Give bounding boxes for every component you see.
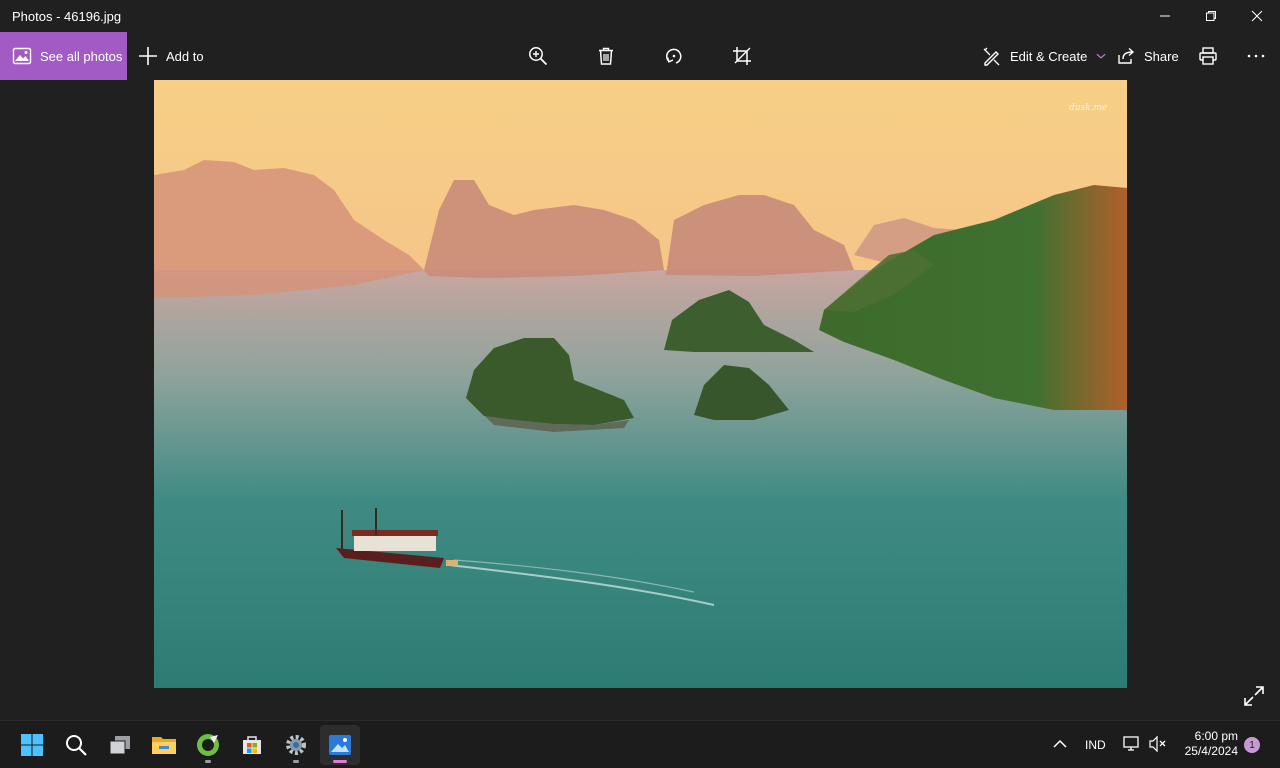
title-bar: Photos - 46196.jpg — [0, 0, 1280, 32]
crop-button[interactable] — [730, 32, 754, 80]
microsoft-store-button[interactable] — [232, 725, 272, 765]
task-view-icon — [109, 736, 130, 755]
windows-logo-icon — [21, 734, 43, 756]
image-watermark: dusk.me — [1069, 103, 1107, 113]
notification-badge[interactable]: 1 — [1244, 737, 1260, 753]
app-active-indicator — [333, 760, 347, 763]
share-icon — [1118, 47, 1135, 64]
coreldraw-icon — [197, 734, 219, 756]
gear-icon — [286, 735, 306, 755]
zoom-in-icon — [529, 47, 548, 66]
settings-button[interactable] — [276, 725, 316, 765]
minimize-icon — [1160, 15, 1170, 17]
edit-create-icon — [983, 47, 1000, 66]
system-clock[interactable]: 6:00 pm 25/4/2024 — [1176, 729, 1238, 759]
photos-gallery-icon — [12, 47, 32, 65]
store-icon — [243, 736, 261, 754]
see-all-photos-label: See all photos — [40, 48, 123, 64]
printer-icon — [1199, 47, 1217, 65]
app-running-indicator — [205, 760, 211, 763]
plus-icon — [139, 47, 157, 65]
taskbar-search-button[interactable] — [56, 725, 96, 765]
rotate-button[interactable] — [662, 32, 686, 80]
edit-create-label: Edit & Create — [1010, 48, 1088, 64]
photo-image[interactable]: dusk.me — [154, 80, 1127, 688]
volume-muted-icon[interactable] — [1149, 736, 1167, 752]
minimize-button[interactable] — [1142, 0, 1188, 32]
more-options-button[interactable] — [1246, 32, 1266, 80]
file-explorer-button[interactable] — [144, 725, 184, 765]
close-icon — [1251, 10, 1263, 22]
folder-icon — [152, 737, 176, 754]
add-to-label: Add to — [166, 48, 204, 64]
close-button[interactable] — [1234, 0, 1280, 32]
app-running-indicator — [293, 760, 299, 763]
search-icon — [66, 735, 87, 756]
restore-icon — [1206, 11, 1216, 21]
edit-create-button[interactable]: Edit & Create — [982, 32, 1107, 80]
task-view-button[interactable] — [100, 725, 140, 765]
fullscreen-icon[interactable] — [1242, 684, 1266, 708]
print-button[interactable] — [1198, 32, 1218, 80]
photos-app-icon — [329, 735, 351, 755]
input-language-indicator[interactable]: IND — [1085, 738, 1106, 752]
trash-icon — [599, 47, 613, 65]
share-label: Share — [1144, 48, 1179, 64]
rotate-icon — [666, 48, 682, 64]
start-button[interactable] — [12, 725, 52, 765]
coreldraw-button[interactable] — [188, 725, 228, 765]
photo-viewer: dusk.me — [0, 80, 1280, 718]
clock-time: 6:00 pm — [1194, 729, 1238, 743]
crop-icon — [733, 47, 751, 65]
network-icon[interactable] — [1123, 736, 1141, 752]
share-button[interactable]: Share — [1116, 32, 1179, 80]
window-title: Photos - 46196.jpg — [12, 9, 122, 24]
chevron-up-icon[interactable] — [1053, 738, 1067, 750]
zoom-button[interactable] — [526, 32, 550, 80]
photos-app-button[interactable] — [320, 725, 360, 765]
see-all-photos-button[interactable]: See all photos — [0, 32, 127, 80]
taskbar: IND 6:00 pm 25/4/2024 1 — [0, 720, 1280, 768]
toolbar: See all photos Add to Edit & Create Shar… — [0, 32, 1280, 80]
restore-button[interactable] — [1188, 0, 1234, 32]
add-to-button[interactable]: Add to — [138, 32, 204, 80]
more-icon — [1247, 54, 1265, 58]
delete-button[interactable] — [594, 32, 618, 80]
bay-landscape-image: dusk.me — [154, 80, 1127, 688]
clock-date: 25/4/2024 — [1184, 744, 1238, 758]
chevron-down-icon[interactable] — [1095, 50, 1107, 62]
